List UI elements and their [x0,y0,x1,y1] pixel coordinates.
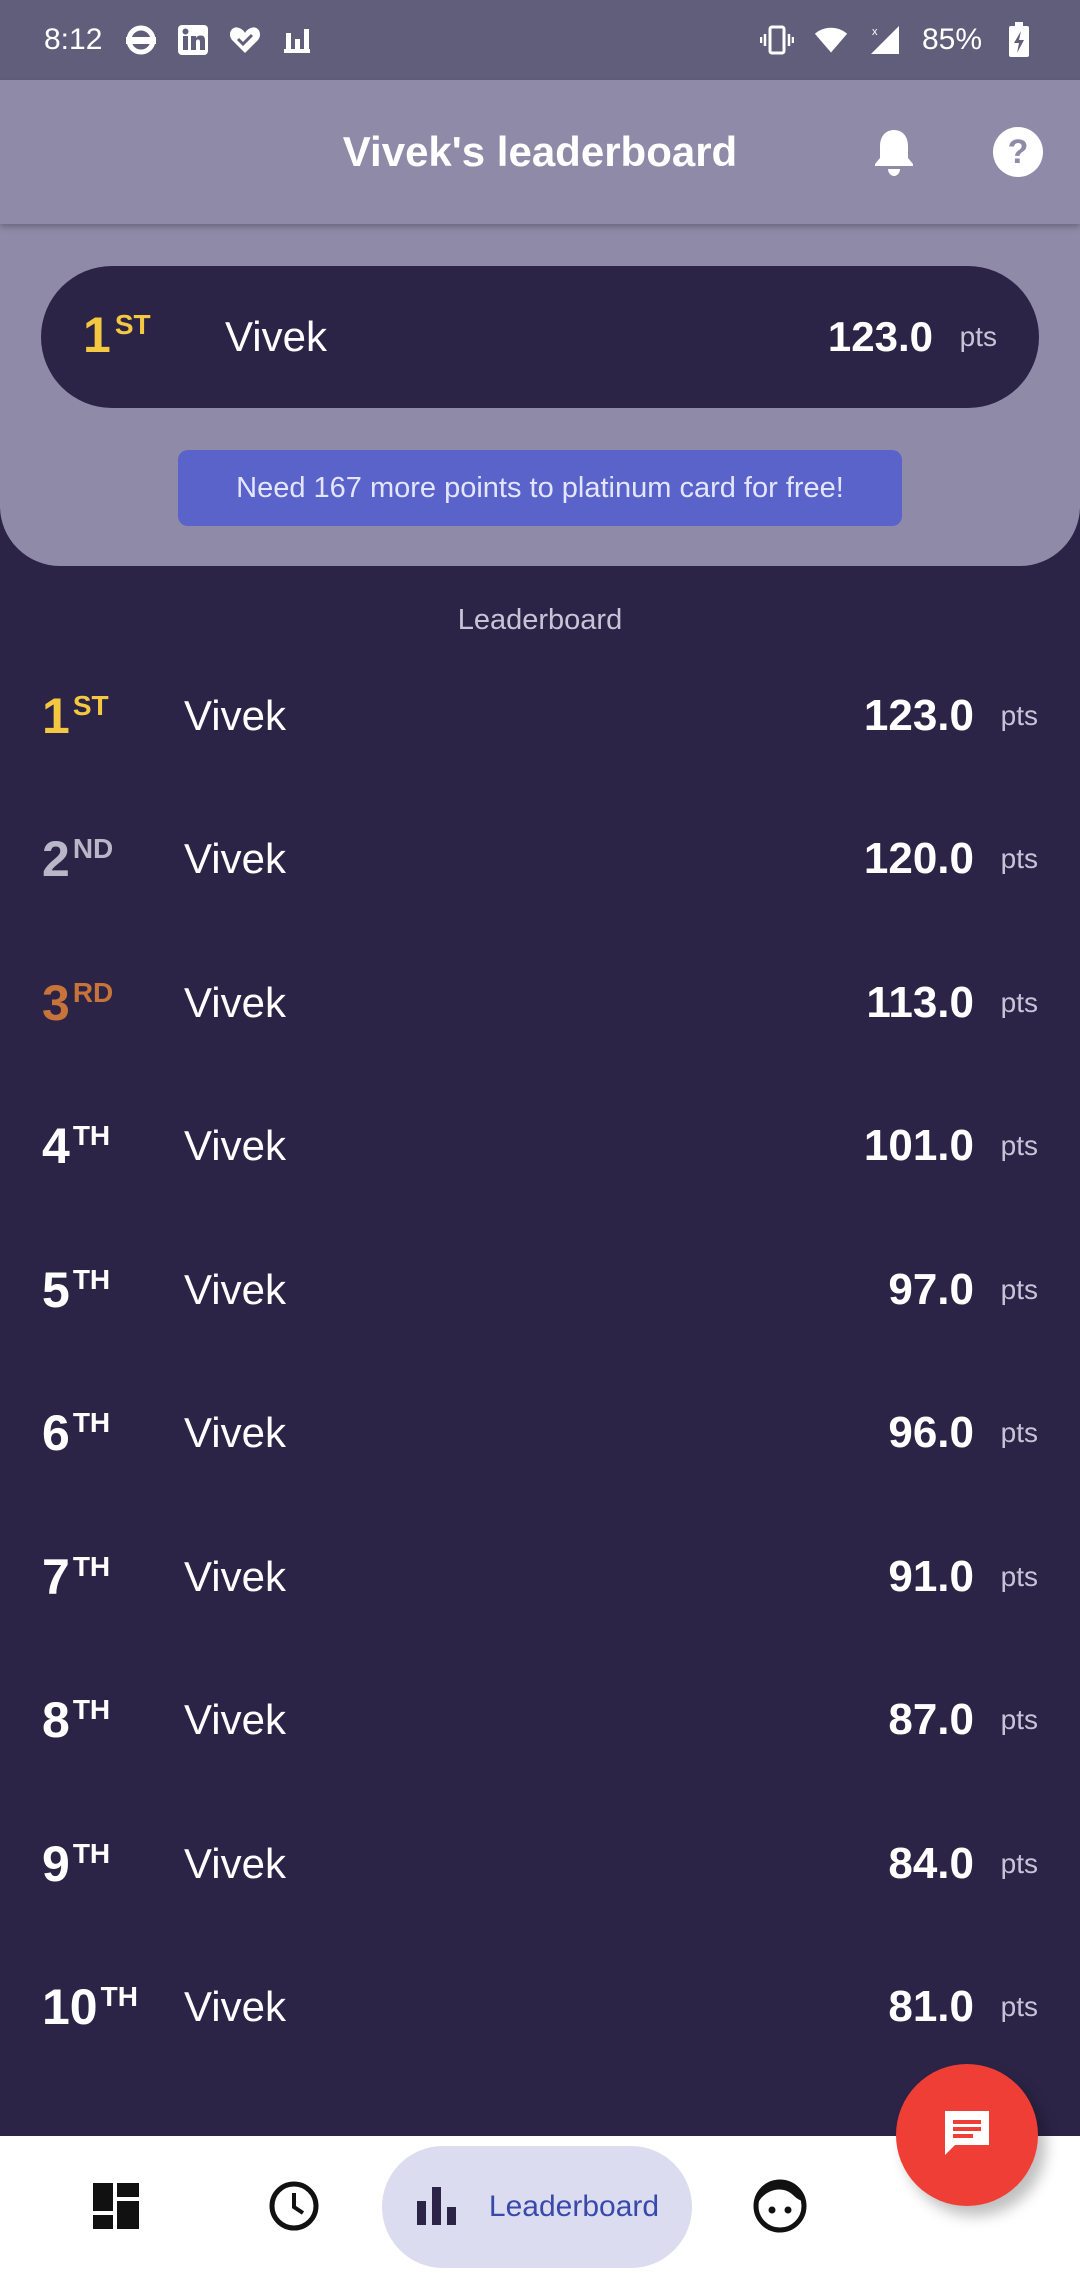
summary-panel: 1 ST Vivek 123.0 pts Need 167 more points… [0,224,1080,566]
row-name: Vivek [184,1552,286,1600]
row-name: Vivek [184,1409,286,1457]
row-score: 123.0 [863,690,974,740]
row-name: Vivek [184,691,286,739]
chat-icon [939,2105,995,2166]
battery-level: 85% [921,23,982,56]
linkedin-icon [176,23,210,57]
leaderboard-row[interactable]: 10 TH Vivek 81.0 pts [0,1936,1080,2080]
leaderboard-row[interactable]: 1 ST Vivek 123.0 pts [0,644,1080,788]
row-name: Vivek [184,1839,286,1887]
battery-charging-icon [1002,22,1036,57]
face-icon [753,2179,807,2238]
row-name: Vivek [184,835,286,883]
row-points-unit: pts [1000,843,1038,875]
bar-signal-icon [280,23,314,57]
leaderboard-row[interactable]: 5 TH Vivek 97.0 pts [0,1218,1080,1362]
system-icons: x 85% [759,22,1036,57]
row-name: Vivek [184,1983,286,2031]
row-name: Vivek [184,1696,286,1744]
row-rank: 3 RD [42,974,114,1031]
leaderboard-row[interactable]: 6 TH Vivek 96.0 pts [0,1362,1080,1506]
row-rank: 9 TH [42,1835,111,1892]
cell-signal-icon: x [868,23,902,57]
row-points-unit: pts [1000,1130,1038,1162]
row-score: 81.0 [888,1982,974,2032]
vibrate-icon [759,23,794,57]
row-points-unit: pts [1000,1847,1038,1879]
svg-text:x: x [872,26,878,38]
row-name: Vivek [184,978,286,1026]
my-points-unit: pts [959,321,997,352]
nav-leaderboard[interactable]: Leaderboard [382,2146,692,2268]
row-points-unit: pts [1000,1417,1038,1449]
clock-icon [268,2180,320,2237]
row-score: 101.0 [863,1121,974,1171]
row-points-unit: pts [1000,1991,1038,2023]
london-underground-icon [124,23,158,57]
chat-fab-button[interactable] [896,2064,1038,2206]
row-score: 113.0 [866,977,974,1027]
row-points-unit: pts [1000,986,1038,1018]
row-score: 91.0 [888,1551,974,1601]
bell-icon[interactable] [866,124,922,180]
row-score: 120.0 [863,834,974,884]
row-points-unit: pts [1000,1704,1038,1736]
platinum-promo-banner[interactable]: Need 167 more points to platinum card fo… [178,450,902,526]
page-title: Vivek's leaderboard [342,128,738,175]
row-points-unit: pts [1000,1560,1038,1592]
row-score: 84.0 [888,1838,974,1888]
my-rank: 1 ST [83,307,151,363]
row-points-unit: pts [1000,1273,1038,1305]
nav-history[interactable] [236,2136,352,2280]
dashboard-icon [91,2181,141,2236]
leaderboard-row[interactable]: 8 TH Vivek 87.0 pts [0,1649,1080,1793]
row-score: 96.0 [888,1408,974,1458]
row-rank: 8 TH [42,1692,111,1749]
row-score: 87.0 [888,1695,974,1745]
leaderboard-list: 1 ST Vivek 123.0 pts 2 ND Vivek 120.0 pts … [0,644,1080,2079]
row-score: 97.0 [888,1264,974,1314]
app-bar: Vivek's leaderboard ? [0,80,1080,224]
row-rank: 7 TH [42,1548,111,1605]
leaderboard-title: Leaderboard [457,604,623,636]
leaderboard-row[interactable]: 9 TH Vivek 84.0 pts [0,1792,1080,1936]
my-score: 123.0 [827,313,933,360]
leaderboard-row[interactable]: 7 TH Vivek 91.0 pts [0,1505,1080,1649]
svg-text:?: ? [1008,133,1029,171]
nav-leaderboard-label: Leaderboard [488,2190,660,2223]
row-name: Vivek [184,1122,286,1170]
status-bar: 8:12 x 85% [0,0,1080,80]
status-time: 8:12 [44,23,103,56]
nav-dashboard[interactable] [58,2136,174,2280]
leaderboard-row[interactable]: 3 RD Vivek 113.0 pts [0,931,1080,1075]
nav-profile[interactable] [722,2136,838,2280]
row-rank: 1 ST [42,687,109,744]
row-rank: 4 TH [42,1118,111,1175]
leaderboard-row[interactable]: 2 ND Vivek 120.0 pts [0,788,1080,932]
my-name: Vivek [225,313,327,360]
leaderboard-row[interactable]: 4 TH Vivek 101.0 pts [0,1075,1080,1219]
row-rank: 2 ND [42,831,114,888]
row-rank: 5 TH [42,1261,111,1318]
bar-chart-icon [415,2183,459,2232]
row-points-unit: pts [1000,699,1038,731]
heart-check-icon [228,23,262,57]
row-rank: 10 TH [42,1979,138,2036]
row-name: Vivek [184,1265,286,1313]
row-rank: 6 TH [42,1405,111,1462]
my-rank-card[interactable]: 1 ST Vivek 123.0 pts [41,266,1039,408]
notification-icons [124,23,314,57]
wifi-icon [814,23,848,57]
help-icon[interactable]: ? [990,124,1046,180]
